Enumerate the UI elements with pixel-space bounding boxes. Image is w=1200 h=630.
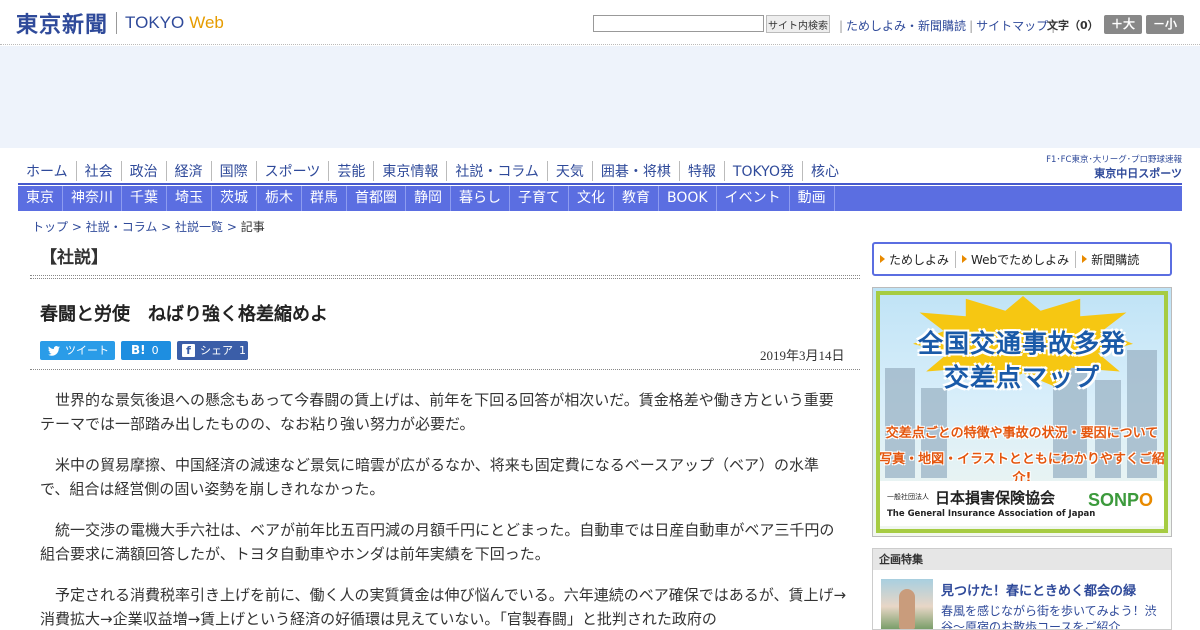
- person-photo: [899, 589, 915, 629]
- breadcrumb: トップ > 社説・コラム > 社説一覧 > 記事: [32, 218, 265, 235]
- regional-nav: 東京 神奈川 千葉 埼玉 茨城 栃木 群馬 首都圏 静岡 暮らし 子育て 文化 …: [18, 186, 1182, 211]
- subnav-item-chiba[interactable]: 千葉: [122, 186, 167, 211]
- nav-item-kakushin[interactable]: 核心: [801, 161, 847, 181]
- header-links: | ためしよみ・新聞購読 | サイトマップ |: [836, 17, 1058, 34]
- logo-japanese: 東京新聞: [16, 12, 109, 38]
- hatena-count: 0: [151, 344, 159, 357]
- hatena-bookmark-button[interactable]: B! 0: [121, 341, 171, 360]
- font-size-label: 文字（0）: [1047, 19, 1099, 32]
- nav-item-entertainment[interactable]: 芸能: [328, 161, 373, 181]
- site-header: 東京新聞 TOKYO Web サイト内検索 | ためしよみ・新聞購読 | サイト…: [0, 0, 1200, 45]
- trial-read-button[interactable]: ためしよみ: [880, 250, 957, 268]
- article-body: 世界的な景気後退への懸念もあって今春闘の賃上げは、前年を下回る回答が相次いだ。賃…: [40, 388, 848, 630]
- article-divider: [30, 369, 860, 370]
- breadcrumb-current: 記事: [240, 220, 265, 234]
- nav-item-tokyo-info[interactable]: 東京情報: [373, 161, 446, 181]
- site-search-button[interactable]: サイト内検索: [766, 15, 830, 33]
- subnav-item-ibaraki[interactable]: 茨城: [212, 186, 257, 211]
- facebook-share-label: シェア: [200, 344, 233, 357]
- breadcrumb-separator: >: [157, 220, 176, 234]
- subnav-item-education[interactable]: 教育: [614, 186, 659, 211]
- subnav-item-metro[interactable]: 首都圏: [347, 186, 406, 211]
- web-trial-read-label: Webでためしよみ: [971, 252, 1070, 267]
- feature-description[interactable]: 春風を感じながら街を歩いてみよう！渋谷～原宿のお散歩コースをご紹介: [941, 603, 1167, 629]
- nav-item-weather[interactable]: 天気: [546, 161, 592, 181]
- nav-item-international[interactable]: 国際: [210, 161, 256, 181]
- font-smaller-button[interactable]: －小: [1146, 15, 1184, 34]
- subnav-item-culture[interactable]: 文化: [569, 186, 614, 211]
- article-paragraph: 統一交渉の電機大手六社は、ベアが前年比五百円減の月額千円にとどまった。自動車では…: [40, 521, 835, 563]
- subnav-item-book[interactable]: BOOK: [659, 186, 717, 211]
- nav-item-sports[interactable]: スポーツ: [255, 161, 329, 181]
- feature-title[interactable]: 見つけた！春にときめく都会の緑: [941, 580, 1136, 599]
- chunichi-tagline: F1･FC東京･大リーグ･プロ野球速報: [1046, 155, 1182, 165]
- tweet-label: ツイート: [65, 344, 109, 357]
- nav-item-special[interactable]: 特報: [678, 161, 724, 181]
- logo-web: Web: [189, 13, 224, 32]
- article-paragraph: 予定される消費税率引き上げを前に、働く人の実質賃金は伸び悩んでいる。六年連続のベ…: [40, 586, 847, 628]
- header-link-sitemap[interactable]: サイトマップ: [976, 17, 1048, 34]
- trial-read-label: ためしよみ: [889, 252, 950, 267]
- main-nav: ホーム 社会 政治 経済 国際 スポーツ 芸能 東京情報 社説・コラム 天気 囲…: [18, 159, 847, 183]
- hatena-bookmark-icon: B!: [131, 343, 146, 357]
- nav-item-tokyo-hatsu[interactable]: TOKYO発: [723, 161, 802, 181]
- arrow-right-icon: [962, 255, 968, 263]
- chunichi-sports-link[interactable]: F1･FC東京･大リーグ･プロ野球速報 東京中日スポーツ: [1026, 153, 1182, 181]
- header-link-subscribe[interactable]: ためしよみ・新聞購読: [846, 17, 966, 34]
- banner-frame: [876, 291, 1168, 533]
- facebook-share-button[interactable]: f シェア 1: [177, 341, 248, 360]
- article-title: 春闘と労使 ねばり強く格差縮めよ: [40, 304, 328, 325]
- section-title: 【社説】: [40, 248, 108, 268]
- facebook-icon: f: [182, 344, 195, 357]
- logo-english: TOKYO: [125, 13, 185, 32]
- feature-heading: 企画特集: [873, 549, 1171, 570]
- subnav-item-tochigi[interactable]: 栃木: [257, 186, 302, 211]
- chunichi-logo: 東京中日スポーツ: [1094, 167, 1182, 180]
- twitter-bird-icon: [48, 345, 60, 356]
- feature-thumbnail[interactable]: [881, 579, 933, 629]
- nav-item-society[interactable]: 社会: [75, 161, 121, 181]
- font-larger-button[interactable]: ＋大: [1104, 15, 1142, 34]
- breadcrumb-separator: >: [68, 220, 86, 234]
- link-divider: |: [839, 18, 844, 33]
- subnav-item-gunma[interactable]: 群馬: [302, 186, 347, 211]
- nav-item-politics[interactable]: 政治: [120, 161, 166, 181]
- nav-divider: [18, 183, 1182, 185]
- nav-item-go-shogi[interactable]: 囲碁・将棋: [591, 161, 679, 181]
- arrow-right-icon: [880, 255, 885, 263]
- subscription-buttons: ためしよみ Webでためしよみ 新聞購読: [872, 242, 1172, 276]
- breadcrumb-top[interactable]: トップ: [32, 220, 68, 234]
- article-paragraph: 米中の貿易摩擦、中国経済の減速など景気に暗雲が広がるなか、将来も固定費になるベー…: [40, 456, 819, 498]
- web-trial-read-button[interactable]: Webでためしよみ: [962, 250, 1077, 268]
- arrow-right-icon: [1082, 255, 1088, 263]
- breadcrumb-editorial[interactable]: 社説・コラム: [86, 220, 158, 234]
- article-paragraph: 世界的な景気後退への懸念もあって今春闘の賃上げは、前年を下回る回答が相次いだ。賃…: [40, 391, 834, 433]
- nav-item-editorial[interactable]: 社説・コラム: [446, 161, 547, 181]
- site-logo[interactable]: 東京新聞 TOKYO Web: [16, 8, 224, 38]
- subnav-item-kanagawa[interactable]: 神奈川: [63, 186, 122, 211]
- subnav-item-video[interactable]: 動画: [790, 186, 835, 211]
- subnav-item-parenting[interactable]: 子育て: [510, 186, 569, 211]
- facebook-count: 1: [239, 344, 246, 357]
- link-divider: |: [969, 18, 974, 33]
- section-divider: [30, 275, 860, 279]
- advertisement-band: [0, 46, 1200, 148]
- subnav-item-saitama[interactable]: 埼玉: [167, 186, 212, 211]
- subscribe-button[interactable]: 新聞購読: [1082, 251, 1145, 268]
- logo-divider: [116, 12, 118, 34]
- traffic-accident-map-banner[interactable]: 全国交通事故多発 交差点マップ 交差点ごとの特徴や事故の状況・要因について 写真…: [872, 287, 1172, 537]
- nav-item-economy[interactable]: 経済: [165, 161, 211, 181]
- article-date: 2019年3月14日: [760, 348, 845, 363]
- subnav-item-shizuoka[interactable]: 静岡: [406, 186, 451, 211]
- nav-item-home[interactable]: ホーム: [18, 161, 76, 181]
- subnav-item-tokyo[interactable]: 東京: [18, 186, 63, 211]
- feature-box: 企画特集 見つけた！春にときめく都会の緑 春風を感じながら街を歩いてみよう！渋谷…: [872, 548, 1172, 630]
- breadcrumb-separator: >: [223, 220, 241, 234]
- subnav-item-living[interactable]: 暮らし: [451, 186, 510, 211]
- search-input[interactable]: [593, 15, 764, 32]
- tweet-button[interactable]: ツイート: [40, 341, 115, 360]
- breadcrumb-editorial-list[interactable]: 社説一覧: [175, 220, 223, 234]
- subscribe-label: 新聞購読: [1091, 252, 1140, 267]
- subnav-item-event[interactable]: イベント: [717, 186, 790, 211]
